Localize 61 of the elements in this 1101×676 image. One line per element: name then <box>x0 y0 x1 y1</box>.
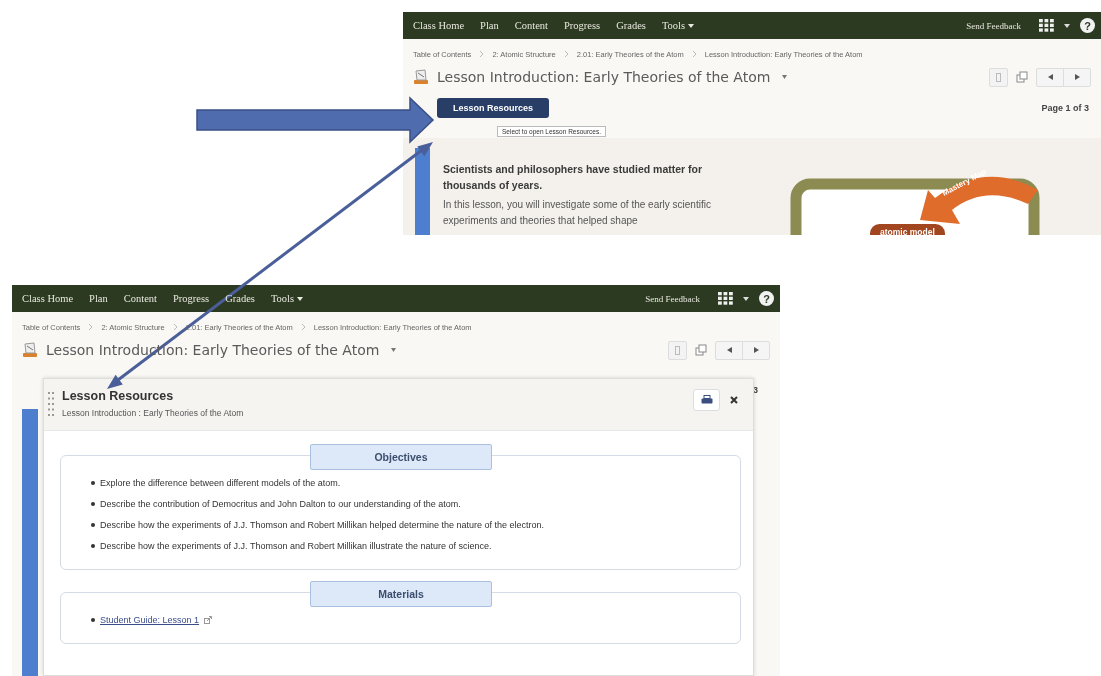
chevron-icon <box>563 50 569 58</box>
nav-link[interactable]: Grades <box>616 20 646 31</box>
nav-link[interactable]: Class Home <box>22 293 74 304</box>
nav-link[interactable]: Plan <box>480 20 499 31</box>
lesson-icon <box>413 69 429 85</box>
bullet-icon <box>91 618 95 622</box>
objective-text: Explore the difference between different models of the atom. <box>100 478 341 488</box>
bullet-icon <box>91 481 95 485</box>
page-indicator: Page 1 of 3 <box>1041 103 1089 113</box>
dialog-subtitle: Lesson Introduction : Early Theories of the Atom <box>62 408 244 418</box>
page-title: Lesson Introduction: Early Theories of the Atom <box>437 69 771 85</box>
caret-icon[interactable] <box>782 75 788 79</box>
lesson-icon <box>22 342 38 358</box>
chevron-icon <box>691 50 697 58</box>
drag-handle-icon[interactable] <box>48 392 54 418</box>
right-triangle-icon <box>1074 74 1080 80</box>
objective-text: Describe how the experiments of J.J. Thomson and Robert Millikan helped determine the nature of the electron. <box>100 520 545 530</box>
grid-menu-icon[interactable] <box>718 292 733 305</box>
map-node[interactable]: atomic model <box>870 224 945 235</box>
chevron-icon <box>300 323 306 331</box>
objective-text: Describe the contribution of Democritus and John Dalton to our understanding of the atom. <box>100 499 461 509</box>
nav-link[interactable]: Content <box>123 293 157 304</box>
bookmark-icon <box>675 345 680 355</box>
nav-link[interactable]: Plan <box>89 293 108 304</box>
bullet-icon <box>91 502 95 506</box>
section-heading: Objectives <box>310 444 492 470</box>
nav-link[interactable]: Tools <box>270 293 304 304</box>
caret-icon[interactable] <box>743 296 749 301</box>
feedback-link[interactable]: Send Feedback <box>645 293 700 304</box>
caret-icon[interactable] <box>391 348 397 352</box>
nav-link[interactable]: Progress <box>563 20 601 31</box>
intro-heading: Scientists and philosophers have studied matter for thousands of years. <box>443 162 704 193</box>
nav-link[interactable]: Grades <box>225 293 255 304</box>
help-button[interactable]: ? <box>1080 18 1095 33</box>
bullet-icon <box>91 544 95 548</box>
bullet-icon <box>91 523 95 527</box>
help-button[interactable]: ? <box>759 291 774 306</box>
nav-link[interactable]: Tools <box>661 20 695 31</box>
right-triangle-icon <box>753 347 759 353</box>
nav-link[interactable]: Progress <box>172 293 210 304</box>
caret-icon[interactable] <box>1064 23 1070 28</box>
grid-menu-icon[interactable] <box>1039 19 1054 32</box>
intro-paragraph: In this lesson, you will investigate some of the early scientific experiments and theories that helped shape <box>443 198 712 228</box>
external-link-icon <box>204 616 213 624</box>
section-heading: Materials <box>310 581 492 607</box>
material-link[interactable]: Student Guide: Lesson 1 <box>100 615 200 625</box>
left-triangle-icon <box>1047 74 1053 80</box>
left-triangle-icon <box>726 347 732 353</box>
objective-text: Describe how the experiments of J.J. Thomson and Robert Millikan illustrate the nature of science. <box>100 541 492 551</box>
chevron-icon <box>172 323 178 331</box>
bookmark-icon <box>996 72 1001 82</box>
chevron-icon <box>479 50 485 58</box>
lesson-resources-button[interactable]: Lesson Resources <box>437 98 550 118</box>
chevron-icon <box>88 323 94 331</box>
dialog-title: Lesson Resources <box>62 389 175 403</box>
close-icon[interactable] <box>730 396 738 404</box>
nav-link[interactable]: Content <box>514 20 548 31</box>
printer-icon <box>700 395 713 405</box>
print-button[interactable] <box>693 389 720 411</box>
nav-link[interactable]: Class Home <box>413 20 465 31</box>
feedback-link[interactable]: Send Feedback <box>966 20 1021 31</box>
